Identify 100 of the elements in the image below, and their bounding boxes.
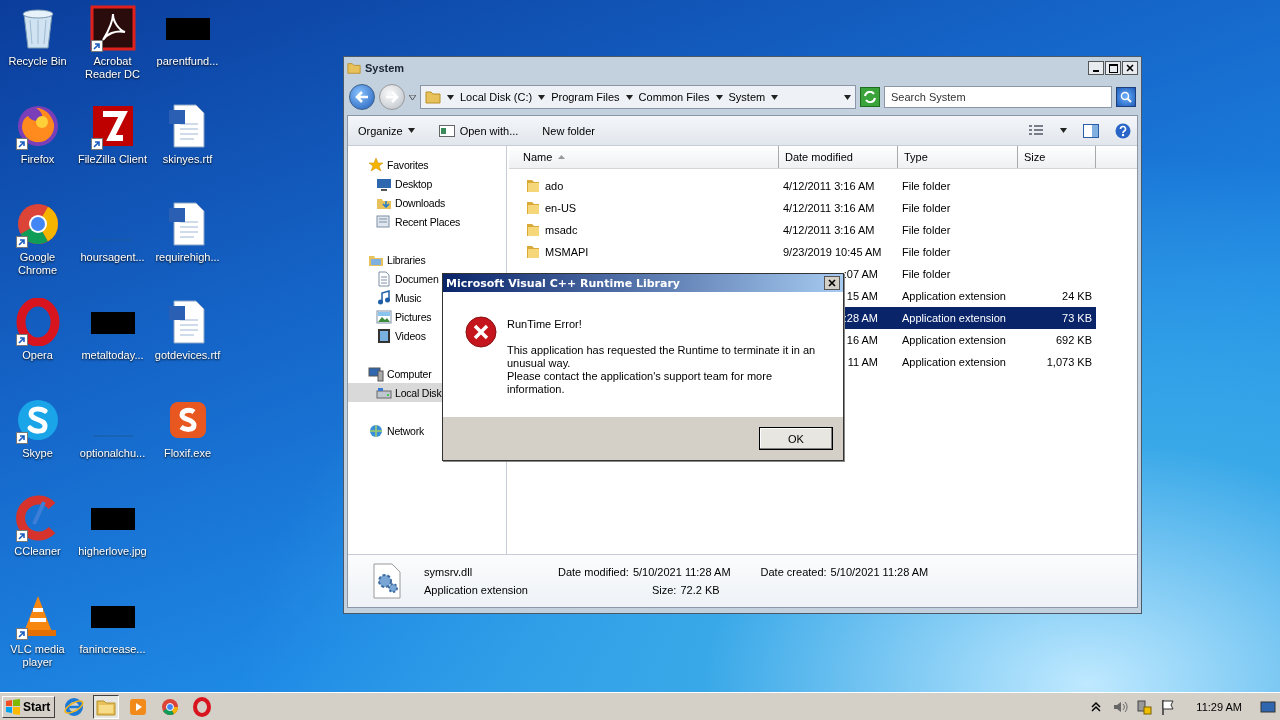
organize-menu[interactable]: Organize — [354, 122, 419, 139]
file-row[interactable]: MSMAPI 9/23/2019 10:45 AM File folder — [509, 241, 1096, 263]
ok-button[interactable]: OK — [759, 427, 833, 450]
type-cell: File folder — [902, 224, 951, 236]
type-cell: File folder — [902, 246, 951, 258]
close-button[interactable] — [824, 276, 840, 290]
desktop-icon-label[interactable]: Floxif.exe — [150, 447, 225, 460]
nav-item[interactable]: Music — [348, 288, 506, 307]
date-cell: :07 AM — [843, 268, 878, 280]
field-value: 5/10/2021 11:28 AM — [632, 566, 731, 578]
show-desktop-icon[interactable] — [1260, 698, 1276, 715]
desktop-icon-label[interactable]: metaltoday... — [75, 349, 150, 362]
column-header[interactable]: Date modified — [779, 146, 898, 168]
desktop-icon-label[interactable]: requirehigh... — [150, 251, 225, 264]
desktop-icon-label[interactable]: Skype — [0, 447, 75, 460]
size-cell: 692 KB — [1055, 334, 1092, 346]
type-cell: File folder — [902, 268, 951, 280]
nav-item[interactable]: Downloads — [348, 193, 506, 212]
refresh-button[interactable] — [860, 87, 880, 107]
date-cell: :28 AM — [843, 312, 878, 324]
open-with-button[interactable]: Open with... — [434, 122, 523, 139]
forward-arrow-icon — [385, 91, 399, 103]
caret-icon[interactable] — [447, 94, 454, 100]
desktop-icon-label[interactable]: fanincrease... — [75, 643, 150, 656]
preview-pane-icon[interactable] — [1083, 123, 1099, 138]
address-bar[interactable]: Local Disk (C:) Program Files Common Files System — [420, 85, 856, 109]
desktop-icon-label[interactable]: optionalchu... — [75, 447, 150, 460]
nav-item[interactable]: Desktop — [348, 174, 506, 193]
date-cell: 9/23/2019 10:45 AM — [783, 246, 882, 258]
caret-icon[interactable] — [771, 94, 779, 100]
size-cell: 73 KB — [1062, 312, 1092, 324]
breadcrumb-item[interactable]: Program Files — [551, 91, 620, 103]
breadcrumb-item[interactable]: Common Files — [638, 91, 710, 103]
desktop-icon-label[interactable]: Acrobat Reader DC — [75, 55, 150, 81]
field-label: Date created: — [760, 566, 827, 578]
taskbar-button[interactable] — [93, 694, 120, 719]
breadcrumb-item[interactable]: System — [728, 91, 766, 103]
desktop-icon-label[interactable]: higherlove.jpg — [75, 545, 150, 558]
desktop-icon-label[interactable]: Firefox — [0, 153, 75, 166]
help-icon[interactable] — [1115, 122, 1131, 139]
error-message: Please contact the application's support team for more information. — [507, 370, 774, 396]
minimize-button[interactable] — [1088, 61, 1104, 75]
desktop-icon-label[interactable]: parentfund... — [150, 55, 225, 68]
field-value: 72.2 KB — [680, 584, 720, 596]
file-name: MSMAPI — [545, 246, 589, 258]
file-name: ado — [545, 180, 564, 192]
start-button[interactable]: Start — [2, 695, 56, 718]
date-cell: 15 AM — [846, 290, 878, 302]
caret-icon[interactable] — [844, 94, 851, 100]
nav-item[interactable]: Favorites — [348, 155, 506, 174]
flag-icon[interactable] — [1160, 698, 1177, 715]
back-arrow-icon — [355, 91, 369, 103]
file-row[interactable]: msadc 4/12/2011 3:16 AM File folder — [509, 219, 1096, 241]
network-icon[interactable] — [1136, 698, 1153, 715]
folder-icon — [525, 178, 541, 194]
caret-icon[interactable] — [1060, 128, 1067, 133]
desktop-icon-label[interactable]: gotdevices.rtf — [150, 349, 225, 362]
column-header[interactable]: Name — [509, 146, 779, 168]
close-button[interactable] — [1122, 61, 1138, 75]
desktop-icon-label[interactable]: hoursagent... — [75, 251, 150, 264]
nav-item[interactable]: Libraries — [348, 250, 506, 269]
desktop-icon-label[interactable]: VLC media player — [0, 643, 75, 669]
error-heading: RunTime Error! — [507, 318, 583, 331]
forward-button[interactable] — [379, 84, 405, 110]
clock[interactable]: 11:29 AM — [1196, 700, 1242, 713]
error-message: This application has requested the Runtime to terminate it in an unusual way. — [507, 344, 817, 370]
maximize-button[interactable] — [1105, 61, 1121, 75]
file-row[interactable]: en-US 4/12/2011 3:16 AM File folder — [509, 197, 1096, 219]
file-name: en-US — [545, 202, 577, 214]
column-header[interactable]: Size — [1018, 146, 1096, 168]
search-field[interactable]: Search System — [884, 86, 1112, 108]
caret-icon[interactable] — [538, 94, 546, 100]
back-button[interactable] — [349, 84, 375, 110]
new-folder-button[interactable]: New folder — [538, 122, 599, 139]
file-row[interactable]: ado 4/12/2011 3:16 AM File folder — [509, 175, 1096, 197]
nav-item[interactable]: Computer — [348, 364, 506, 383]
desktop-icon-label[interactable]: CCleaner — [0, 545, 75, 558]
desktop-icon-label[interactable]: Opera — [0, 349, 75, 362]
nav-item[interactable]: Recent Places — [348, 212, 506, 231]
breadcrumb-item[interactable]: Local Disk (C:) — [460, 91, 533, 103]
browser-icon — [64, 696, 85, 717]
size-cell: 24 KB — [1062, 290, 1092, 302]
desktop-icon-label[interactable]: Google Chrome — [0, 251, 75, 277]
pdf-reader-icon[interactable] — [88, 4, 137, 52]
globe-icon — [368, 422, 384, 439]
size-cell: 1,073 KB — [1046, 356, 1092, 368]
caret-icon — [407, 128, 415, 133]
column-header[interactable]: Type — [898, 146, 1018, 168]
caret-icon[interactable] — [625, 94, 633, 100]
history-caret-icon[interactable] — [409, 94, 416, 100]
type-cell: Application extension — [902, 312, 1006, 324]
file-name: symsrv.dll — [424, 566, 474, 578]
desktop-icon-label[interactable]: Recycle Bin — [0, 55, 75, 68]
type-cell: File folder — [902, 180, 951, 192]
view-list-icon[interactable] — [1028, 123, 1044, 138]
search-button[interactable] — [1116, 87, 1136, 107]
desktop-icon-label[interactable]: FileZilla Client — [75, 153, 150, 166]
close-icon — [1126, 64, 1134, 72]
desktop-icon-label[interactable]: skinyes.rtf — [150, 153, 225, 166]
caret-icon[interactable] — [715, 94, 723, 100]
